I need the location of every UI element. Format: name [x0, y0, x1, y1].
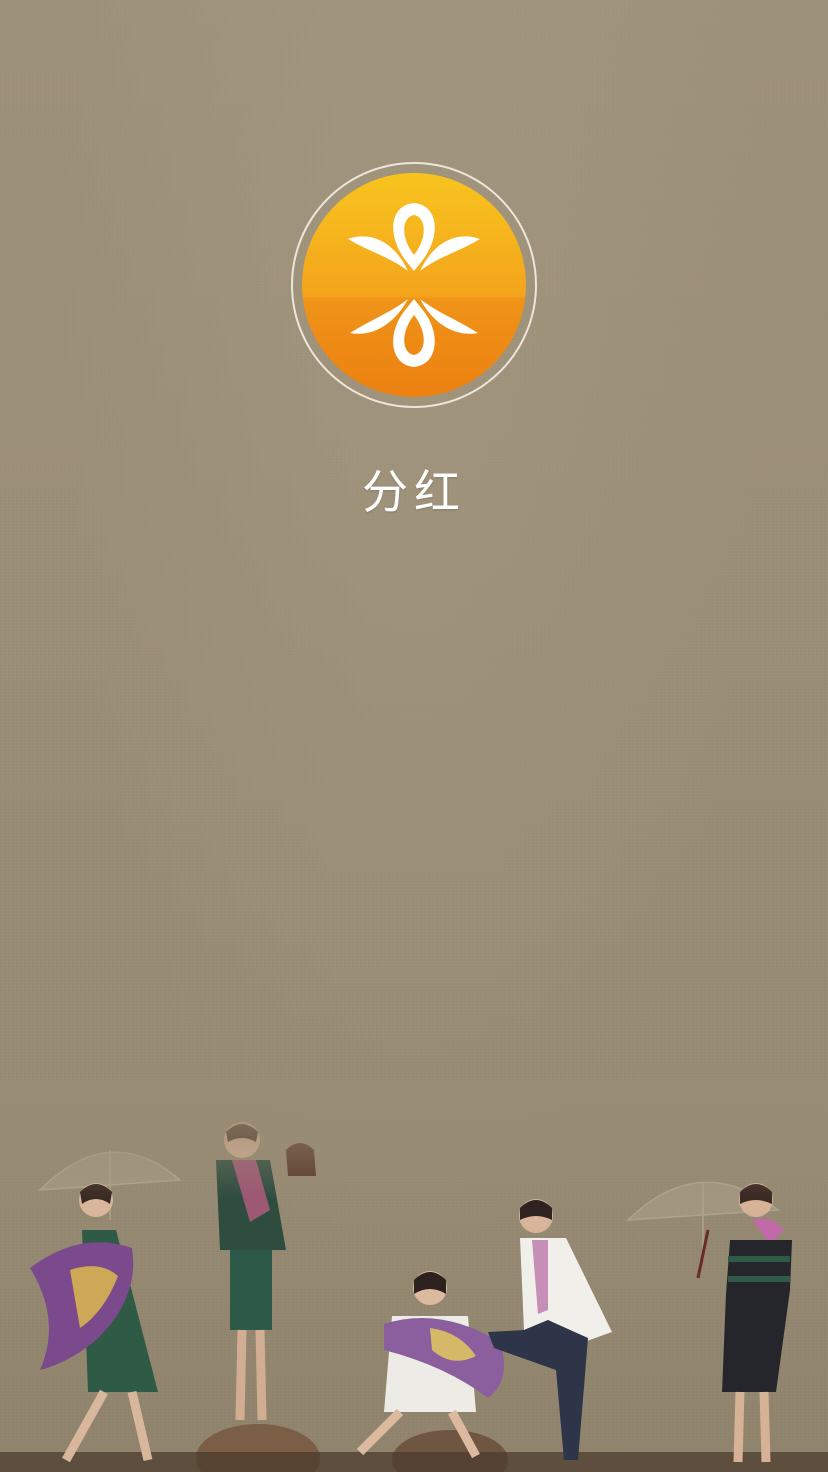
- ribbon-infinity-logo-icon: [291, 162, 537, 408]
- fashion-models-illustration: [0, 1080, 828, 1472]
- app-logo: [290, 161, 538, 409]
- app-title: 分红: [362, 465, 466, 519]
- splash-screen: 分红: [0, 0, 828, 1472]
